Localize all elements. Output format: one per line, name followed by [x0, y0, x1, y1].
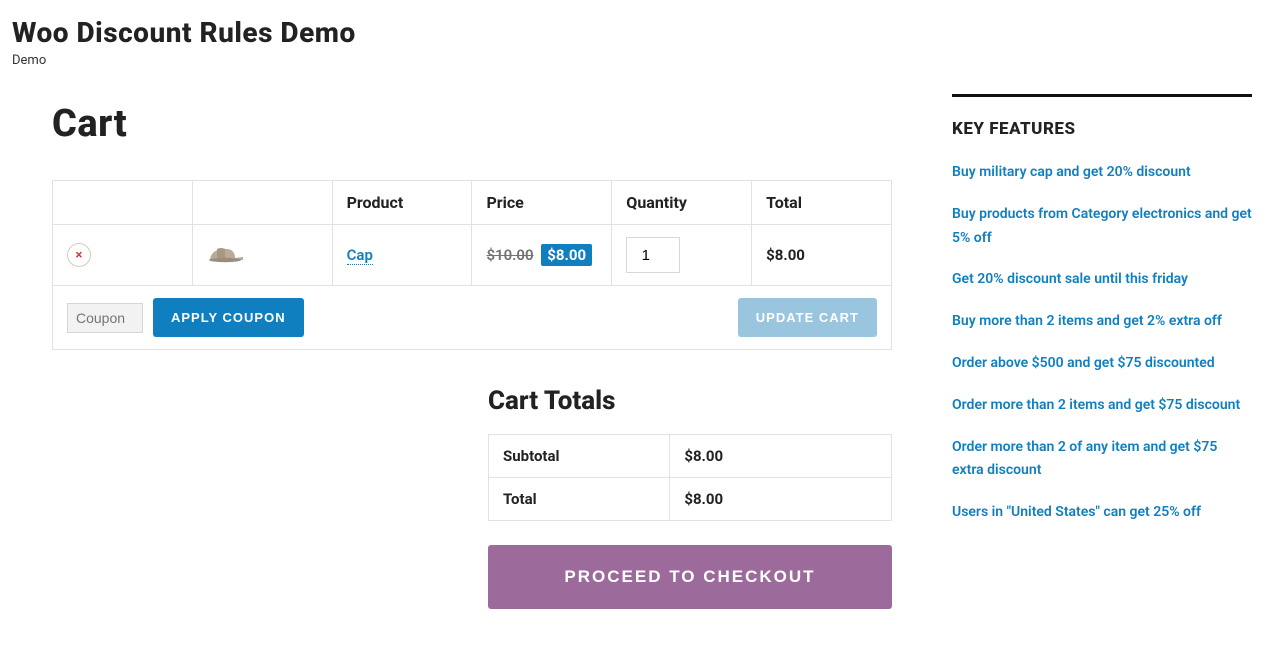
page-title: Cart [52, 102, 892, 146]
feature-item: Order more than 2 of any item and get $7… [952, 436, 1252, 484]
col-header-total: Total [752, 181, 892, 225]
main-content: Cart Product Price Quantity Total × [52, 74, 892, 609]
feature-link[interactable]: Buy military cap and get 20% discount [952, 164, 1191, 180]
feature-item: Get 20% discount sale until this friday [952, 268, 1252, 292]
subtotal-value: $8.00 [670, 435, 892, 478]
feature-link[interactable]: Buy products from Category electronics a… [952, 206, 1252, 246]
product-thumbnail[interactable] [207, 240, 247, 266]
feature-item: Buy more than 2 items and get 2% extra o… [952, 310, 1252, 334]
feature-item: Users in "United States" can get 25% off [952, 501, 1252, 525]
col-header-remove [53, 181, 193, 225]
site-header: Woo Discount Rules Demo Demo [0, 0, 1284, 74]
site-subtitle: Demo [12, 53, 1272, 68]
close-icon: × [76, 249, 83, 262]
feature-item: Order above $500 and get $75 discounted [952, 352, 1252, 376]
feature-link[interactable]: Order above $500 and get $75 discounted [952, 355, 1215, 371]
remove-item-button[interactable]: × [67, 243, 91, 267]
cart-actions: APPLY COUPON UPDATE CART [67, 298, 877, 337]
feature-link[interactable]: Buy more than 2 items and get 2% extra o… [952, 313, 1222, 329]
price-original: $10.00 [486, 246, 533, 264]
cart-row: × Cap [53, 225, 892, 286]
site-title: Woo Discount Rules Demo [12, 16, 1272, 49]
coupon-input[interactable] [67, 303, 143, 333]
feature-link[interactable]: Users in "United States" can get 25% off [952, 504, 1201, 520]
feature-link[interactable]: Get 20% discount sale until this friday [952, 271, 1188, 287]
sidebar: KEY FEATURES Buy military cap and get 20… [952, 94, 1252, 543]
total-value: $8.00 [670, 478, 892, 521]
quantity-stepper[interactable] [626, 237, 680, 273]
feature-link[interactable]: Order more than 2 items and get $75 disc… [952, 397, 1240, 413]
feature-item: Buy products from Category electronics a… [952, 203, 1252, 251]
apply-coupon-button[interactable]: APPLY COUPON [153, 298, 304, 337]
subtotal-label: Subtotal [489, 435, 670, 478]
feature-item: Order more than 2 items and get $75 disc… [952, 394, 1252, 418]
price-discounted: $8.00 [541, 244, 592, 266]
feature-list: Buy military cap and get 20% discount Bu… [952, 161, 1252, 525]
col-header-quantity: Quantity [612, 181, 752, 225]
line-total: $8.00 [766, 246, 805, 264]
update-cart-button[interactable]: UPDATE CART [738, 298, 877, 337]
product-link[interactable]: Cap [347, 246, 373, 265]
cart-totals-heading: Cart Totals [488, 386, 892, 416]
proceed-to-checkout-button[interactable]: PROCEED TO CHECKOUT [488, 545, 892, 609]
total-label: Total [489, 478, 670, 521]
sidebar-heading: KEY FEATURES [952, 119, 1252, 139]
cart-totals: Cart Totals Subtotal $8.00 Total $8.00 P… [488, 386, 892, 609]
col-header-thumb [192, 181, 332, 225]
feature-item: Buy military cap and get 20% discount [952, 161, 1252, 185]
totals-table: Subtotal $8.00 Total $8.00 [488, 434, 892, 521]
cart-table: Product Price Quantity Total × [52, 180, 892, 350]
feature-link[interactable]: Order more than 2 of any item and get $7… [952, 439, 1217, 479]
col-header-product: Product [332, 181, 472, 225]
col-header-price: Price [472, 181, 612, 225]
